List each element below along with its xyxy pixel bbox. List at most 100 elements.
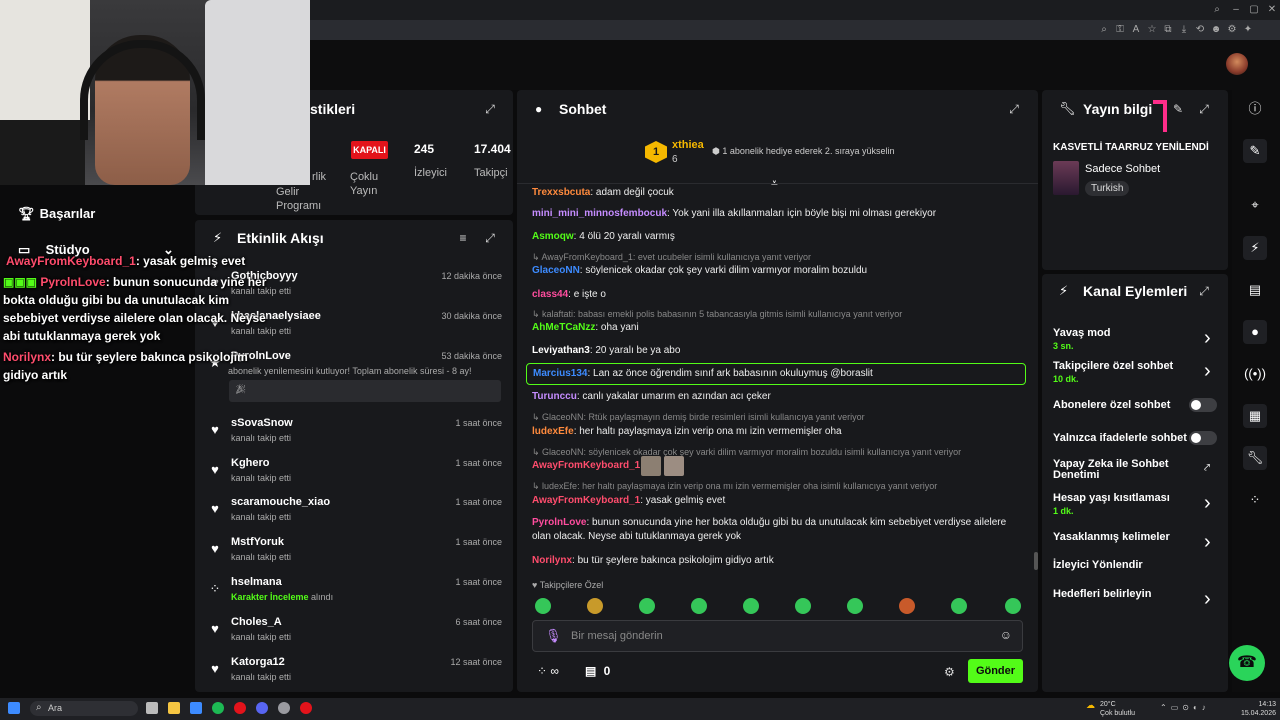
chat-username[interactable]: Leviyathan3 [532,345,590,356]
target-icon[interactable]: ⌖ [1243,193,1267,217]
minimize-icon[interactable]: – [1230,4,1242,16]
chat-message[interactable]: AhMeTCaNzz: oha yani [532,321,1022,335]
category-thumbnail[interactable] [1053,161,1079,195]
info-icon[interactable]: ⓘ [1243,97,1267,121]
discord-icon[interactable] [256,702,268,714]
shop-control[interactable]: ▤ 0 [585,664,610,678]
chat-username[interactable]: Turunccu [532,391,577,402]
emote-icon[interactable] [743,598,759,614]
obs-icon[interactable] [278,702,290,714]
chat-settings-icon[interactable]: ⚙ [944,665,955,679]
channel-action-label[interactable]: Yapay Zeka ile Sohbet Denetimi [1053,459,1173,481]
mic-icon[interactable]: 🎙︎ [545,628,562,644]
points-control[interactable]: ⁘ ∞ [537,664,559,678]
chat-message[interactable]: mini_mini_minnosfembocuk: Yok yani illa … [532,207,1022,221]
chat-username[interactable]: Asmoqw [532,231,574,242]
emote-icon[interactable] [899,598,915,614]
gift-user[interactable]: xthiea [672,139,704,151]
store-icon[interactable] [190,702,202,714]
chat-message[interactable]: PyrolnLove: bunun sonucunda yine her bok… [532,516,1022,544]
key-icon[interactable]: ⚿ [1114,24,1126,36]
chevron-right-icon[interactable]: › [1204,532,1211,552]
file-explorer-icon[interactable] [168,702,180,714]
activity-item[interactable]: ♥ scaramouche_xiao kanalı takip etti 1 saat… [205,496,505,532]
expand-icon[interactable]: ⤢ [1197,284,1211,298]
tray-icons[interactable]: ⌃▭⊙◐♪ [1160,703,1210,712]
document-icon[interactable]: ▤ [1243,278,1267,302]
chevron-right-icon[interactable]: › [1204,493,1211,513]
bookmark-icon[interactable]: ☆ [1146,24,1158,36]
expand-icon[interactable]: ⤢ [483,102,497,116]
chat-username[interactable]: Trexxsbcuta [532,187,590,198]
activity-item[interactable]: ♥ Katorga12 kanalı takip etti 12 saat önce [205,656,505,692]
chevron-right-icon[interactable]: › [1204,589,1211,609]
profile-icon[interactable]: ☻ [1210,24,1222,36]
avatar[interactable] [1226,53,1248,75]
emote-icon[interactable] [587,598,603,614]
chat-username[interactable]: class44 [532,289,568,300]
chat-input-box[interactable]: 🎙︎ Bir mesaj gönderin ☺ [532,620,1023,652]
activity-item[interactable]: ♥ Choles_A kanalı takip etti 6 saat önce [205,616,505,652]
filter-icon[interactable]: ≡ [456,231,470,245]
channel-action-label[interactable]: Takipçilere özel sohbet [1053,360,1173,372]
weather-widget[interactable]: 20°C Çok bulutlu [1100,700,1135,718]
layout-icon[interactable]: ▦ [1243,404,1267,428]
chat-username[interactable]: GlaceoNN [532,265,580,276]
activity-item[interactable]: ♥ sSovaSnow kanalı takip etti 1 saat önce [205,417,505,453]
opera-icon[interactable] [234,702,246,714]
support-button[interactable]: ☎ [1229,645,1265,681]
chat-username[interactable]: PyrolnLove [532,517,586,528]
lightning-icon[interactable]: ⚡︎ [1243,236,1267,260]
broadcast-icon[interactable]: ((•)) [1243,362,1267,386]
emote-icon[interactable] [535,598,551,614]
reply-context[interactable]: ↳ AwayFromKeyboard_1: evet ucubeler isim… [532,252,811,263]
activity-item[interactable]: ♥ MstfYoruk kanalı takip etti 1 saat önce [205,536,505,572]
maximize-icon[interactable]: ▢ [1248,4,1260,16]
channel-action-label[interactable]: Hedefleri belirleyin [1053,588,1151,600]
chat-scrollbar[interactable] [1034,552,1038,570]
settings-icon[interactable]: ⚙ [1226,24,1238,36]
clock[interactable]: 14:13 15.04.2026 [1240,700,1276,718]
chat-message[interactable]: Asmoqw: 4 ölü 20 yaralı varmış [532,230,1022,244]
zoom-icon[interactable]: ⌕ [1098,24,1110,36]
channel-action-label[interactable]: Yalnızca ifadelerle sohbet [1053,432,1187,444]
chat-message[interactable]: Norilynx: bu tür şeylere bakınca psikolo… [532,554,1022,568]
chat-message[interactable]: Marcius134: Lan az önce öğrendim sınıf a… [526,363,1026,385]
emote-icon[interactable] [1005,598,1021,614]
chat-username[interactable]: AwayFromKeyboard_1 [532,495,640,506]
activity-item[interactable]: ♥ Kghero kanalı takip etti 1 saat önce [205,457,505,493]
spotify-icon[interactable] [212,702,224,714]
windows-start-icon[interactable] [8,702,20,714]
toggle-switch[interactable] [1189,431,1217,445]
reply-context[interactable]: ↳ GlaceoNN: Rtük paylaşmayın demiş birde… [532,412,865,423]
edit-icon[interactable]: ✎ [1171,102,1185,116]
expand-icon[interactable]: ⤢ [1197,102,1211,116]
reply-context[interactable]: ↳ ludexEfe: her haltı paylaşmaya izin ve… [532,481,937,492]
channel-action-label[interactable]: Yasaklanmış kelimeler [1053,531,1170,543]
ai-icon[interactable]: ✦ [1242,24,1254,36]
activity-item[interactable]: ⁘ hselmana Karakter İnceleme alındı 1 saat … [205,576,505,612]
chevron-right-icon[interactable]: › [1204,361,1211,381]
close-icon[interactable]: ✕ [1266,4,1278,16]
chat-message[interactable]: Leviyathan3: 20 yaralı be ya abo [532,344,1022,358]
emote-icon[interactable] [639,598,655,614]
toggle-switch[interactable] [1189,398,1217,412]
send-button[interactable]: Gönder [968,659,1023,683]
chat-message[interactable]: Turunccu: canlı yakalar umarım en azında… [532,390,1022,404]
chat-username[interactable]: AhMeTCaNzz [532,322,595,333]
task-view-icon[interactable] [146,702,158,714]
emote-icon[interactable] [951,598,967,614]
external-link-icon[interactable]: ⤤ [1204,462,1210,475]
app-icon[interactable] [300,702,312,714]
expand-icon[interactable]: ⤢ [483,231,497,245]
download-icon[interactable]: ⤓ [1178,24,1190,36]
channel-action-label[interactable]: Hesap yaşı kısıtlaması [1053,492,1170,504]
chat-message[interactable]: AwayFromKeyboard_1: [532,459,1022,473]
chat-message[interactable]: class44: e işte o [532,288,1022,302]
channel-action-label[interactable]: Abonelere özel sohbet [1053,399,1170,411]
taskbar-search[interactable]: ⌕ Ara [30,701,138,716]
reply-context[interactable]: ↳ kalaftati: babası emekli polis babasın… [532,309,902,320]
channel-action-label[interactable]: İzleyici Yönlendir [1053,559,1143,571]
chat-message[interactable]: AwayFromKeyboard_1: yasak gelmiş evet [532,494,1022,508]
channel-action-label[interactable]: Yavaş mod [1053,327,1110,339]
